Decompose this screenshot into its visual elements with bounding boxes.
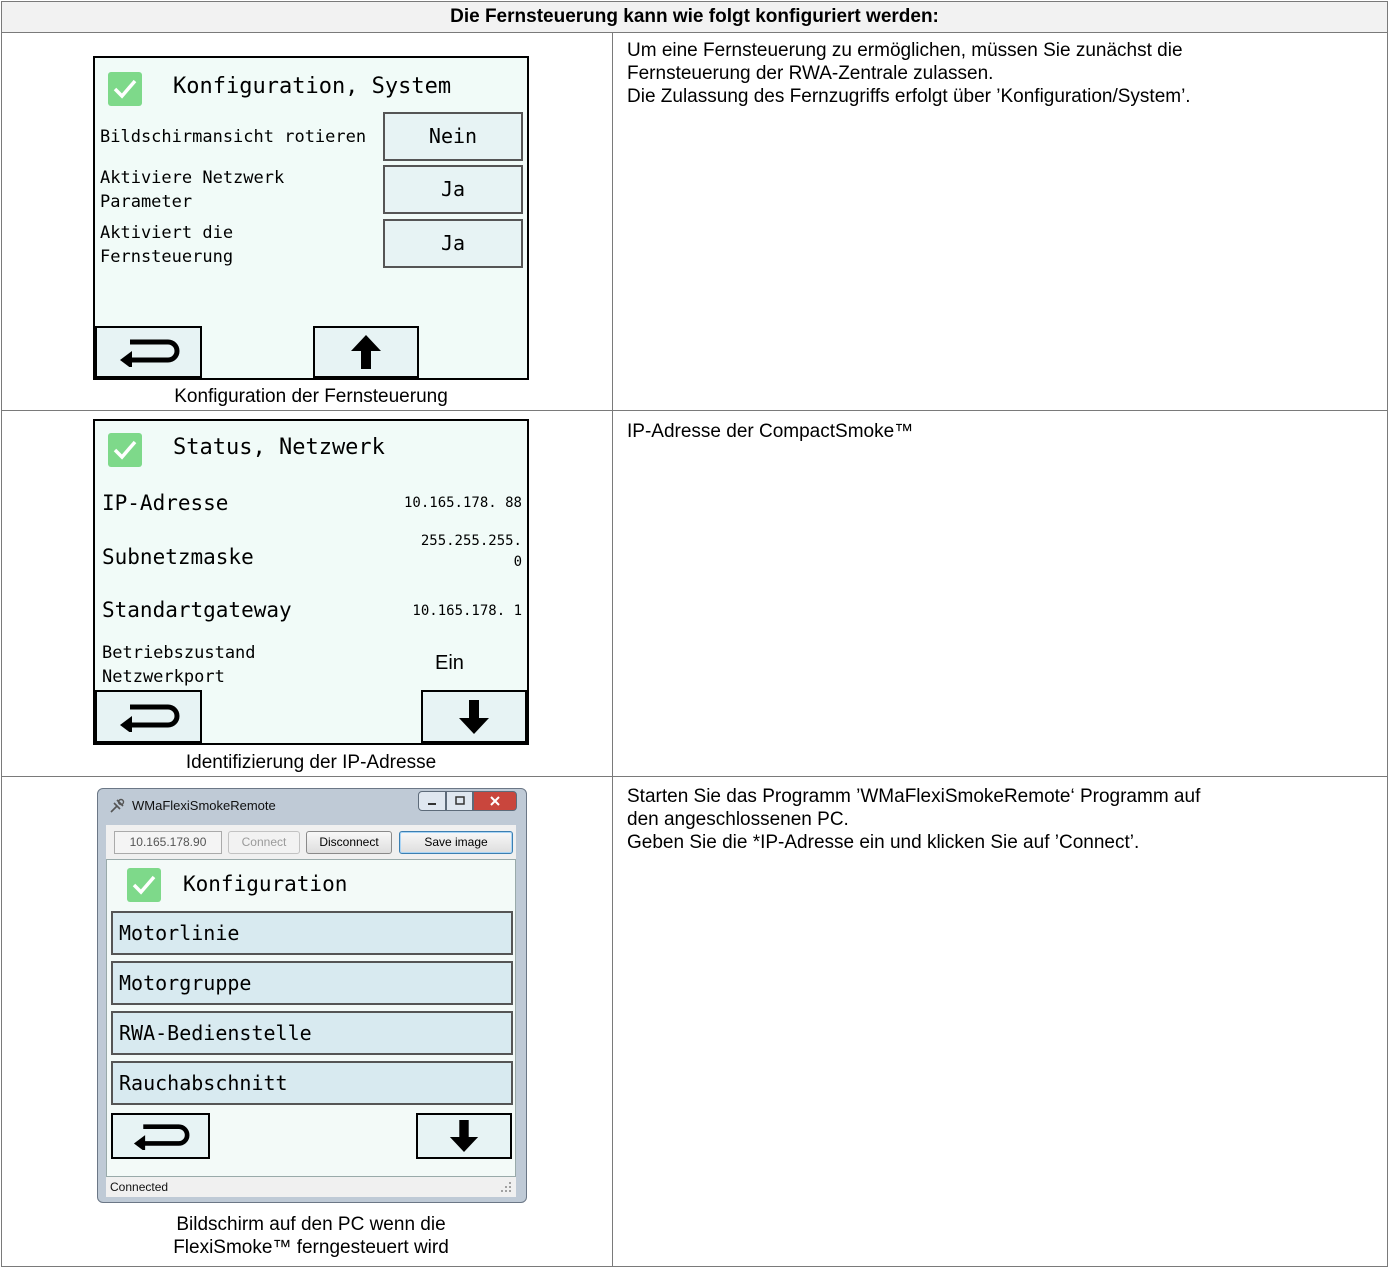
screenshot-caption: Identifizierung der IP-Adresse	[185, 752, 437, 773]
column-divider	[612, 33, 613, 410]
menu-item-motorgruppe[interactable]: Motorgruppe	[111, 961, 513, 1005]
description-line: Geben Sie die *IP-Adresse ein und klicke…	[627, 832, 1140, 853]
menu-item-rwa-bedienstelle[interactable]: RWA-Bedienstelle	[111, 1011, 513, 1055]
description-line: Fernsteuerung der RWA-Zentrale zulassen.	[627, 63, 994, 84]
window-controls	[418, 791, 517, 813]
setting-label: Parameter	[100, 192, 193, 212]
menu-item-rauchabschnitt[interactable]: Rauchabschnitt	[111, 1061, 513, 1105]
window-titlebar[interactable]: WMaFlexiSmokeRemote	[98, 789, 526, 823]
setting-label: Aktiviert die	[100, 223, 234, 243]
screen-title: Konfiguration	[183, 872, 348, 896]
gateway-value: 10.165.178. 1	[412, 603, 522, 619]
description-line: Die Zulassung des Fernzugriffs erfolgt ü…	[627, 86, 1191, 107]
arrow-up-icon	[351, 335, 381, 369]
minimize-icon[interactable]	[418, 791, 446, 811]
ip-value: 10.165.178. 88	[403, 495, 522, 511]
port-label: Netzwerkport	[102, 667, 225, 687]
back-button[interactable]	[111, 1113, 210, 1159]
connection-status: Connected	[110, 1180, 169, 1194]
close-icon[interactable]	[473, 791, 517, 811]
scroll-down-button[interactable]	[416, 1113, 512, 1159]
column-divider	[612, 411, 613, 776]
app-icon	[110, 798, 125, 813]
network-params-toggle[interactable]: Ja	[383, 165, 523, 214]
row2-description: IP-Adresse der CompactSmoke™	[627, 420, 1367, 443]
column-divider	[612, 777, 613, 1266]
window-title: WMaFlexiSmokeRemote	[132, 798, 276, 813]
port-label: Betriebszustand	[102, 643, 256, 663]
description-line: den angeschlossenen PC.	[627, 809, 849, 830]
subnet-value: 255.255.255.	[420, 533, 522, 549]
remote-app-window: WMaFlexiSmokeRemote 10.165.178.90 Connec…	[97, 788, 527, 1203]
disconnect-button[interactable]: Disconnect	[306, 831, 392, 854]
remote-control-toggle[interactable]: Ja	[383, 219, 523, 268]
setting-label: Bildschirmansicht rotieren	[100, 127, 367, 147]
setting-label: Aktiviere Netzwerk	[100, 168, 285, 188]
arrow-down-icon	[449, 1120, 479, 1152]
maximize-icon[interactable]	[446, 791, 473, 811]
connect-button[interactable]: Connect	[228, 831, 300, 854]
check-icon	[108, 433, 142, 467]
status-bar: Connected	[106, 1177, 516, 1197]
port-value: Ein	[435, 652, 464, 674]
back-button[interactable]	[95, 690, 202, 743]
connection-toolbar: 10.165.178.90 Connect Disconnect Save im…	[106, 825, 516, 859]
device-screen-system-config: Konfiguration, System Bildschirmansicht …	[93, 56, 529, 380]
scroll-down-button[interactable]	[421, 690, 527, 743]
check-icon	[108, 72, 142, 106]
description-line: Starten Sie das Programm ’WMaFlexiSmokeR…	[627, 786, 1201, 807]
arrow-down-icon	[459, 699, 489, 734]
row1-description: Um eine Fernsteuerung zu ermöglichen, mü…	[627, 39, 1367, 108]
description-line: IP-Adresse der CompactSmoke™	[627, 421, 914, 442]
ip-address-input[interactable]: 10.165.178.90	[114, 831, 222, 854]
caption-line: FlexiSmoke™ ferngesteuert wird	[173, 1237, 449, 1258]
screen-title: Status, Netzwerk	[173, 435, 385, 460]
subnet-value: 0	[513, 554, 522, 570]
check-icon	[127, 868, 161, 902]
description-line: Um eine Fernsteuerung zu ermöglichen, mü…	[627, 40, 1183, 61]
gateway-label: Standartgateway	[102, 598, 292, 622]
rotate-screen-toggle[interactable]: Nein	[383, 112, 523, 161]
table-header: Die Fernsteuerung kann wie folgt konfigu…	[1, 1, 1388, 33]
device-screen-network-status: Status, Netzwerk IP-Adresse 10.165.178. …	[93, 419, 529, 745]
return-arrow-icon	[133, 1124, 189, 1150]
subnet-label: Subnetzmaske	[102, 545, 254, 569]
save-image-button[interactable]: Save image	[399, 831, 513, 854]
back-button[interactable]	[95, 326, 202, 378]
scroll-up-button[interactable]	[313, 326, 419, 378]
screenshot-caption: Konfiguration der Fernsteuerung	[174, 386, 448, 407]
remote-screen: Konfiguration Motorlinie Motorgruppe RWA…	[106, 859, 516, 1177]
screen-title: Konfiguration, System	[173, 74, 452, 99]
return-arrow-icon	[119, 339, 179, 367]
caption-line: Bildschirm auf den PC wenn die	[176, 1214, 446, 1235]
instruction-table: Die Fernsteuerung kann wie folgt konfigu…	[0, 0, 1391, 1267]
screenshot-caption: Bildschirm auf den PC wenn die FlexiSmok…	[51, 1213, 571, 1259]
resize-grip-icon[interactable]	[501, 1182, 512, 1193]
row3-description: Starten Sie das Programm ’WMaFlexiSmokeR…	[627, 785, 1367, 854]
setting-label: Fernsteuerung	[100, 247, 234, 267]
ip-label: IP-Adresse	[102, 491, 229, 515]
return-arrow-icon	[119, 704, 179, 732]
menu-item-motorlinie[interactable]: Motorlinie	[111, 911, 513, 955]
